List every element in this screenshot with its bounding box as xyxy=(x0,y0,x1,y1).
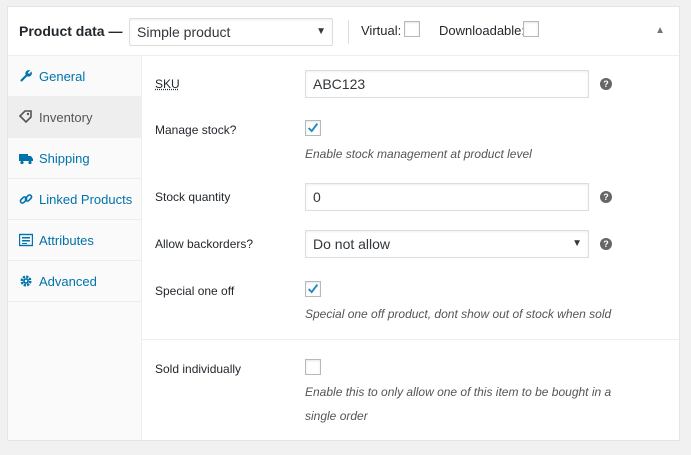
wrench-icon xyxy=(20,70,32,82)
tab-advanced-label: Advanced xyxy=(39,274,97,289)
manage-stock-label: Manage stock? xyxy=(155,123,237,137)
sold-individually-description-line1: Enable this to only allow one of this it… xyxy=(305,385,612,399)
product-type-select[interactable]: Simple product ▼ xyxy=(129,18,333,46)
checkmark-icon xyxy=(307,284,319,294)
help-icon[interactable]: ? xyxy=(600,78,612,90)
gear-icon xyxy=(20,275,32,287)
tab-advanced[interactable]: Advanced xyxy=(8,261,141,302)
sku-input[interactable]: ABC123 xyxy=(305,70,589,98)
backorders-select[interactable]: Do not allow ▼ xyxy=(305,230,589,258)
backorders-value: Do not allow xyxy=(313,236,391,252)
tab-attributes-label: Attributes xyxy=(39,233,94,248)
panel-title: Product data — xyxy=(19,23,123,39)
help-icon[interactable]: ? xyxy=(600,191,612,203)
product-type-value: Simple product xyxy=(137,24,231,40)
section-divider xyxy=(142,339,680,340)
list-icon xyxy=(19,233,33,247)
tab-inventory[interactable]: Inventory xyxy=(8,97,141,138)
downloadable-label: Downloadable: xyxy=(439,23,526,38)
chevron-down-icon: ▼ xyxy=(572,238,582,249)
tab-shipping[interactable]: Shipping xyxy=(8,138,141,179)
tab-inventory-label: Inventory xyxy=(39,110,93,125)
checkmark-icon xyxy=(307,123,319,133)
stock-quantity-input[interactable]: 0 xyxy=(305,183,589,211)
downloadable-checkbox[interactable] xyxy=(523,21,539,37)
backorders-label: Allow backorders? xyxy=(155,237,254,251)
sku-value: ABC123 xyxy=(313,76,366,92)
truck-icon xyxy=(19,154,33,165)
tab-shipping-label: Shipping xyxy=(39,151,90,166)
tab-general-label: General xyxy=(39,69,86,84)
panel-header: Product data — Simple product ▼ Virtual:… xyxy=(8,7,679,56)
tab-general[interactable]: General xyxy=(8,56,141,97)
link-icon xyxy=(19,194,33,204)
tab-linked-products-label: Linked Products xyxy=(39,192,133,207)
tab-linked-products[interactable]: Linked Products xyxy=(8,179,141,220)
virtual-label: Virtual: xyxy=(361,23,402,38)
stock-quantity-value: 0 xyxy=(313,189,321,205)
virtual-checkbox[interactable] xyxy=(404,21,420,37)
special-one-off-label: Special one off xyxy=(155,284,235,298)
manage-stock-checkbox[interactable] xyxy=(305,120,321,136)
sold-individually-label: Sold individually xyxy=(155,362,242,376)
product-data-panel: Product data — Simple product ▼ Virtual:… xyxy=(7,6,680,441)
sku-label: SKU xyxy=(155,77,180,91)
header-divider xyxy=(348,20,349,44)
collapse-toggle-icon[interactable]: ▲ xyxy=(655,25,665,36)
special-one-off-description: Special one off product, dont show out o… xyxy=(305,307,612,321)
manage-stock-description: Enable stock management at product level xyxy=(305,147,532,161)
sold-individually-description-line2: single order xyxy=(305,409,368,423)
product-data-tabs: General Inventory Shipping Linked Produc… xyxy=(8,56,142,440)
tab-attributes[interactable]: Attributes xyxy=(8,220,141,261)
stock-quantity-label: Stock quantity xyxy=(155,190,231,204)
help-icon[interactable]: ? xyxy=(600,238,612,250)
tag-icon xyxy=(19,110,32,124)
sold-individually-checkbox[interactable] xyxy=(305,359,321,375)
chevron-down-icon: ▼ xyxy=(316,26,326,37)
special-one-off-checkbox[interactable] xyxy=(305,281,321,297)
